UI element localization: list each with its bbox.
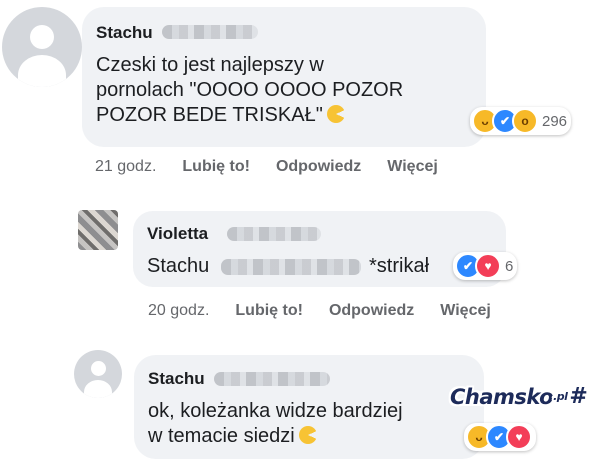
- like-link[interactable]: Lubię to!: [182, 158, 250, 176]
- more-link[interactable]: Więcej: [440, 302, 491, 320]
- wow-reaction-icon: o: [512, 108, 538, 134]
- reply-link[interactable]: Odpowiedz: [329, 302, 414, 320]
- blurred-surname: [227, 227, 321, 241]
- mention-link[interactable]: Stachu: [147, 254, 209, 279]
- comment-text: *strikał: [369, 255, 430, 277]
- reaction-summary[interactable]: ᴗ ✔ o 296: [470, 107, 572, 135]
- blurred-mention: [221, 259, 361, 275]
- comment-bubble: Stachu Czeski to jest najlepszy w pornol…: [82, 7, 486, 147]
- avatar[interactable]: [2, 7, 82, 87]
- comment-time[interactable]: 20 godz.: [148, 302, 209, 320]
- comment-text: ok, koleżanka widze bardziej w temacie s…: [148, 400, 403, 448]
- reaction-count: 296: [542, 112, 568, 130]
- comment-text: Czeski to jest najlepszy w pornolach "OO…: [96, 54, 404, 127]
- comment-meta: 21 godz. Lubię to! Odpowiedz Więcej: [95, 158, 438, 176]
- reply-link[interactable]: Odpowiedz: [276, 158, 361, 176]
- reaction-count: 6: [505, 257, 514, 275]
- watermark-tld: .pl: [553, 390, 568, 403]
- pacman-emoji-icon: [326, 105, 345, 124]
- comment-bubble: Stachu ok, koleżanka widze bardziej w te…: [134, 355, 484, 459]
- comment-author[interactable]: Violetta: [147, 224, 208, 244]
- avatar[interactable]: [78, 210, 118, 250]
- hash-icon: #: [569, 384, 588, 409]
- reaction-summary[interactable]: ✔ ♥ 6: [453, 252, 518, 280]
- reaction-summary[interactable]: ᴗ ✔ ♥: [464, 423, 536, 451]
- blurred-surname: [214, 372, 330, 386]
- comment-time[interactable]: 21 godz.: [95, 158, 156, 176]
- blurred-surname: [162, 25, 258, 39]
- comment-meta: 20 godz. Lubię to! Odpowiedz Więcej: [148, 302, 491, 320]
- comment-author[interactable]: Stachu: [148, 369, 205, 389]
- comment-bubble: Violetta Stachu *strikał: [133, 211, 506, 287]
- more-link[interactable]: Więcej: [387, 158, 438, 176]
- like-link[interactable]: Lubię to!: [235, 302, 303, 320]
- pacman-emoji-icon: [298, 426, 317, 445]
- avatar[interactable]: [74, 350, 122, 398]
- love-reaction-icon: ♥: [475, 253, 501, 279]
- chamsko-watermark: Chamsko .pl #: [450, 384, 588, 409]
- love-reaction-icon: ♥: [506, 424, 532, 450]
- watermark-name: Chamsko: [450, 384, 554, 409]
- comment-author[interactable]: Stachu: [96, 23, 153, 43]
